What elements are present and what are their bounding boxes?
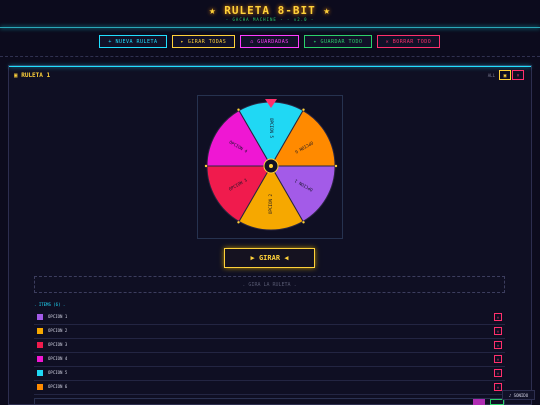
- sound-toggle[interactable]: ♪ SONIDO: [502, 390, 535, 400]
- wheel-hub-center: [269, 164, 273, 168]
- delete-item-button[interactable]: ×: [494, 369, 502, 377]
- color-swatch: [37, 328, 43, 334]
- delete-item-button[interactable]: ×: [494, 341, 502, 349]
- delete-item-button[interactable]: ×: [494, 355, 502, 363]
- item-row[interactable]: OPCION 3 ×: [34, 339, 505, 353]
- delete-item-button[interactable]: ×: [494, 313, 502, 321]
- app-title: ★ RULETA 8-BIT ★: [209, 4, 331, 17]
- item-label: OPCION 4: [48, 356, 68, 361]
- color-swatch: [37, 370, 43, 376]
- item-row[interactable]: OPCION 4 ×: [34, 353, 505, 367]
- wheel-peg: [302, 108, 305, 111]
- header-divider: [0, 27, 540, 28]
- spin-button[interactable]: ▶ GIRAR ◀: [224, 248, 315, 268]
- main-toolbar: + NUEVA RULETA ▸ GIRAR TODAS ⌂ GUARDADAS…: [0, 31, 540, 53]
- color-picker[interactable]: [473, 399, 485, 405]
- app-header: ★ RULETA 8-BIT ★ - GACHA MACHINE - - v2.…: [0, 0, 540, 28]
- item-label: OPCION 3: [48, 342, 68, 347]
- panel-mini-label: ALL: [487, 73, 495, 78]
- save-all-button[interactable]: ✦ GUARDAR TODO: [304, 35, 372, 48]
- add-item-area[interactable]: [34, 398, 505, 405]
- wheel-peg: [302, 221, 305, 224]
- item-label: OPCION 6: [48, 384, 68, 389]
- color-swatch: [37, 356, 43, 362]
- close-panel-button[interactable]: ×: [512, 70, 524, 80]
- item-row[interactable]: OPCION 5 ×: [34, 367, 505, 381]
- wheel-segment-label: OPCION 2: [268, 193, 273, 214]
- spin-all-button[interactable]: ▸ GIRAR TODAS: [172, 35, 235, 48]
- item-row[interactable]: OPCION 6 ×: [34, 381, 505, 395]
- item-label: OPCION 1: [48, 314, 68, 319]
- wheel-peg: [334, 164, 338, 168]
- item-row[interactable]: OPCION 1 ×: [34, 311, 505, 325]
- roulette-wheel[interactable]: OPCION 5OPCION 6OPCION 1OPCION 2OPCION 3…: [204, 99, 338, 233]
- wheel-segment-label: OPCION 5: [269, 118, 274, 139]
- item-label: OPCION 2: [48, 328, 68, 333]
- item-label: OPCION 5: [48, 370, 68, 375]
- panel-accent-line: [9, 66, 531, 67]
- delete-item-button[interactable]: ×: [494, 383, 502, 391]
- wheel-peg: [237, 221, 240, 224]
- result-display: . GIRA LA RULETA .: [34, 276, 505, 293]
- delete-all-button[interactable]: ✕ BORRAR TODO: [377, 35, 440, 48]
- panel-title: ▣ RULETA 1: [14, 72, 51, 79]
- wheel-peg: [237, 108, 240, 111]
- saved-button[interactable]: ⌂ GUARDADAS: [240, 35, 299, 48]
- items-list: OPCION 1 × OPCION 2 × OPCION 3 × OPCION 4 × …: [34, 311, 505, 395]
- wheel-peg: [204, 164, 208, 168]
- edit-panel-button[interactable]: ▣: [499, 70, 511, 80]
- toolbar-divider: [0, 56, 540, 57]
- color-swatch: [37, 314, 43, 320]
- delete-item-button[interactable]: ×: [494, 327, 502, 335]
- color-swatch: [37, 342, 43, 348]
- color-swatch: [37, 384, 43, 390]
- new-wheel-button[interactable]: + NUEVA RULETA: [99, 35, 167, 48]
- item-row[interactable]: OPCION 2 ×: [34, 325, 505, 339]
- items-heading: . ITEMS (6) .: [34, 302, 66, 307]
- app-subtitle: - GACHA MACHINE - - v2.0 -: [225, 17, 315, 22]
